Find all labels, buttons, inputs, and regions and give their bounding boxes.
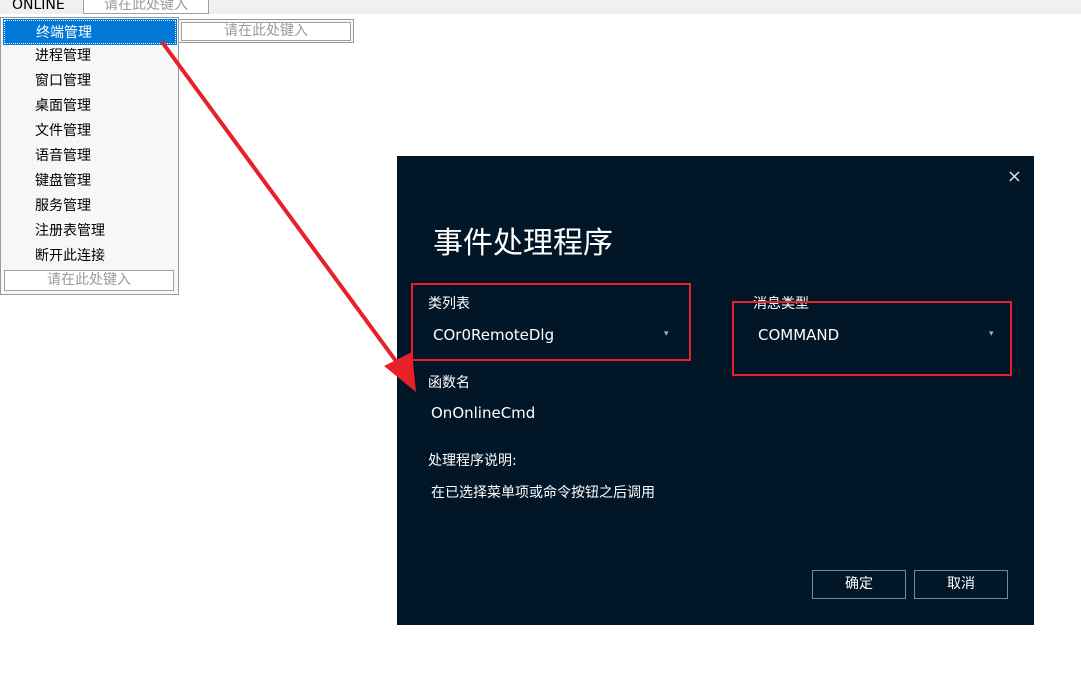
- arrow-shaft: [160, 40, 406, 374]
- arrow-head: [384, 352, 416, 392]
- annotation-arrow: [160, 40, 416, 392]
